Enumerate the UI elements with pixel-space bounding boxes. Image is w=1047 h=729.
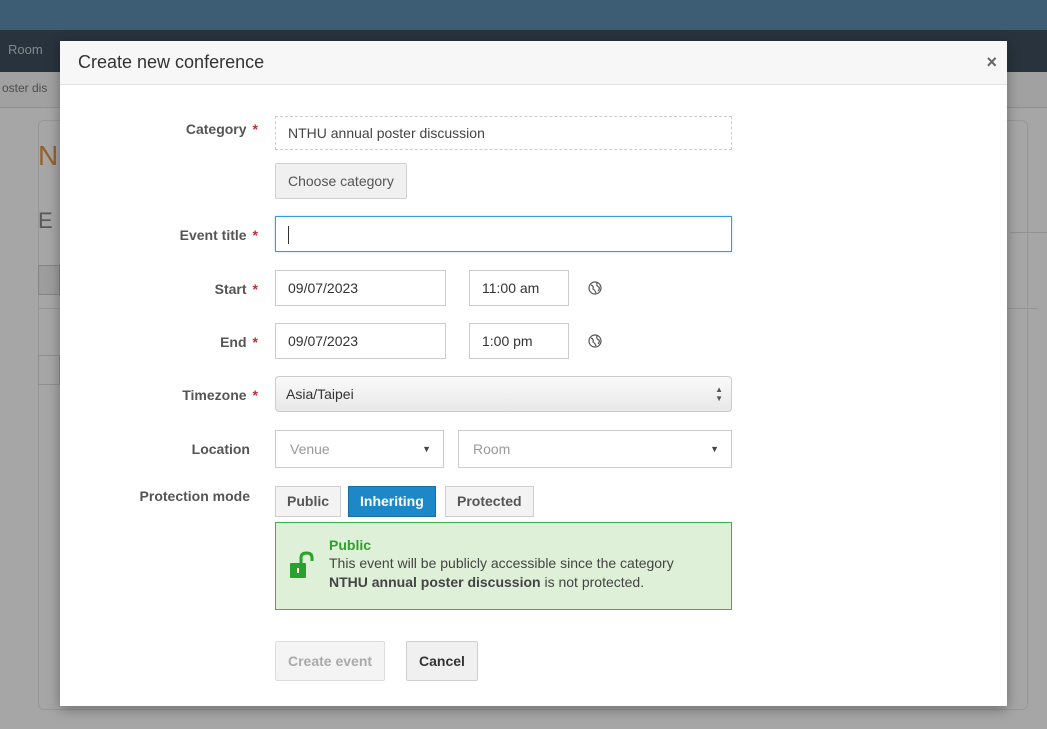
protection-mode-label: Protection mode bbox=[139, 488, 250, 504]
unlocked-lock-icon bbox=[290, 551, 314, 578]
end-label-text: End bbox=[220, 334, 247, 350]
start-time-input[interactable]: 11:00 am bbox=[469, 270, 569, 306]
globe-icon[interactable] bbox=[588, 281, 602, 295]
event-title-input[interactable] bbox=[275, 216, 732, 252]
create-event-button[interactable]: Create event bbox=[275, 641, 386, 681]
protection-message: Public This event will be publicly acces… bbox=[275, 522, 732, 610]
message-text-before: This event will be publicly accessible s… bbox=[329, 555, 674, 571]
dialog-title: Create new conference bbox=[78, 52, 265, 72]
protection-inheriting-button[interactable]: Inheriting bbox=[348, 486, 436, 517]
start-label: Start * bbox=[68, 281, 258, 297]
event-title-label: Event title * bbox=[68, 227, 258, 243]
end-date-input[interactable]: 09/07/2023 bbox=[275, 323, 446, 359]
timezone-select[interactable]: Asia/Taipei ▲ ▼ bbox=[275, 376, 732, 412]
category-label: Category * bbox=[68, 121, 258, 137]
protection-protected-button[interactable]: Protected bbox=[445, 486, 534, 517]
end-time-input[interactable]: 1:00 pm bbox=[469, 323, 569, 359]
venue-placeholder: Venue bbox=[290, 441, 330, 457]
protection-message-text: This event will be publicly accessible s… bbox=[329, 554, 719, 592]
cancel-button[interactable]: Cancel bbox=[406, 641, 478, 681]
dialog-header: Create new conference × bbox=[60, 41, 1007, 85]
create-conference-dialog: Create new conference × Category * NTHU a… bbox=[60, 41, 1007, 706]
room-dropdown[interactable]: Room ▼ bbox=[458, 430, 732, 468]
text-caret bbox=[288, 226, 289, 245]
event-title-label-text: Event title bbox=[179, 227, 247, 243]
category-field: NTHU annual poster discussion bbox=[275, 116, 732, 150]
venue-dropdown[interactable]: Venue ▼ bbox=[275, 430, 444, 468]
room-placeholder: Room bbox=[473, 441, 511, 457]
choose-category-button[interactable]: Choose category bbox=[275, 163, 407, 199]
required-mark: * bbox=[252, 227, 258, 243]
chevron-down-icon: ▼ bbox=[422, 444, 431, 454]
protection-message-title: Public bbox=[329, 537, 372, 553]
message-text-after: is not protected. bbox=[544, 574, 645, 590]
message-category-name: NTHU annual poster discussion bbox=[329, 574, 541, 590]
category-label-text: Category bbox=[185, 121, 247, 137]
select-arrows-icon: ▲ ▼ bbox=[715, 385, 723, 403]
end-label: End * bbox=[68, 334, 258, 350]
required-mark: * bbox=[252, 121, 258, 137]
required-mark: * bbox=[252, 334, 258, 350]
required-mark: * bbox=[252, 387, 258, 403]
location-label: Location bbox=[191, 441, 250, 457]
protection-public-button[interactable]: Public bbox=[275, 486, 342, 517]
timezone-label: Timezone * bbox=[68, 387, 258, 403]
start-date-input[interactable]: 09/07/2023 bbox=[275, 270, 446, 306]
globe-icon[interactable] bbox=[588, 334, 602, 348]
chevron-down-icon: ▼ bbox=[710, 444, 719, 454]
timezone-label-text: Timezone bbox=[182, 387, 247, 403]
close-icon[interactable]: × bbox=[986, 53, 997, 71]
start-label-text: Start bbox=[214, 281, 247, 297]
required-mark: * bbox=[252, 281, 258, 297]
timezone-value: Asia/Taipei bbox=[286, 386, 354, 402]
